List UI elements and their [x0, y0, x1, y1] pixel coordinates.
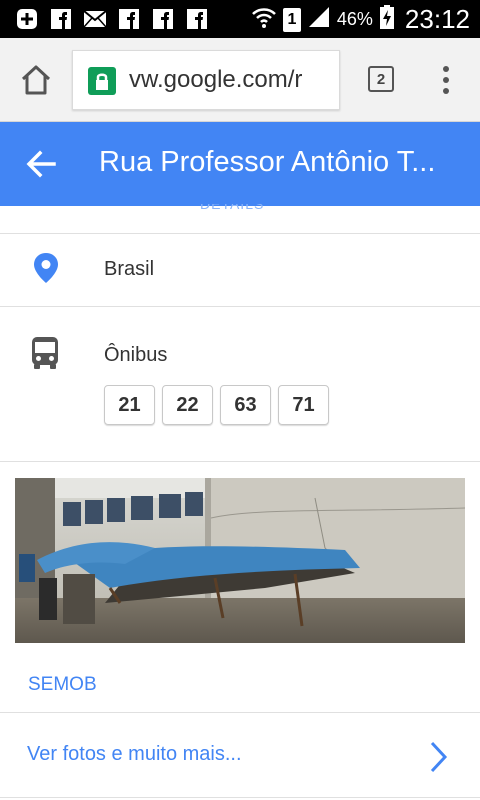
- divider: [0, 306, 480, 307]
- notification-icons: [14, 7, 209, 31]
- back-button[interactable]: [24, 148, 58, 180]
- lock-icon: [88, 67, 116, 95]
- menu-dot-icon: [443, 66, 449, 72]
- home-icon: [21, 65, 51, 95]
- facebook-icon: [150, 7, 175, 31]
- address-bar[interactable]: vw.google.com/r: [72, 50, 340, 110]
- facebook-icon: [116, 7, 141, 31]
- mail-icon: [82, 7, 107, 31]
- bus-line-chip[interactable]: 63: [220, 385, 271, 425]
- browser-toolbar: vw.google.com/r 2: [0, 38, 480, 122]
- system-indicators: 1 46% 23:12: [251, 4, 470, 35]
- status-bar: 1 46% 23:12: [0, 0, 480, 38]
- country-text: Brasil: [104, 258, 155, 280]
- status-clock: 23:12: [404, 4, 470, 34]
- wifi-icon: [251, 5, 277, 34]
- bus-icon: [30, 336, 60, 370]
- photo-credit[interactable]: SEMOB: [28, 674, 97, 696]
- street-view-photo[interactable]: [15, 478, 465, 643]
- home-button[interactable]: [14, 62, 58, 98]
- bus-line-list: 21 22 63 71: [104, 385, 329, 425]
- divider: [0, 461, 480, 462]
- sim-slot-indicator: 1: [282, 7, 301, 32]
- divider: [0, 797, 480, 798]
- divider: [0, 712, 480, 713]
- menu-dot-icon: [443, 77, 449, 83]
- overflow-menu-button[interactable]: [436, 64, 456, 96]
- bus-line-chip[interactable]: 22: [162, 385, 213, 425]
- signal-icon: [307, 5, 331, 34]
- divider: [0, 233, 480, 234]
- facebook-icon: [184, 7, 209, 31]
- transit-type-label: Ônibus: [104, 344, 168, 366]
- tab-switcher-button[interactable]: 2: [368, 66, 394, 92]
- see-more-photos-link[interactable]: Ver fotos e muito mais...: [27, 743, 242, 766]
- battery-percent: 46%: [336, 9, 373, 29]
- arrow-back-icon: [26, 150, 56, 178]
- location-pin-icon: [33, 252, 59, 284]
- bus-line-chip[interactable]: 71: [278, 385, 329, 425]
- chevron-right-icon[interactable]: [428, 740, 450, 774]
- menu-dot-icon: [443, 88, 449, 94]
- plus-box-icon: [14, 7, 39, 31]
- url-text[interactable]: vw.google.com/r: [129, 66, 302, 94]
- battery-charging-icon: [379, 4, 395, 35]
- bus-line-chip[interactable]: 21: [104, 385, 155, 425]
- facebook-icon: [48, 7, 73, 31]
- app-bar: Rua Professor Antônio T...: [0, 122, 480, 206]
- page-title: Rua Professor Antônio T...: [99, 146, 436, 178]
